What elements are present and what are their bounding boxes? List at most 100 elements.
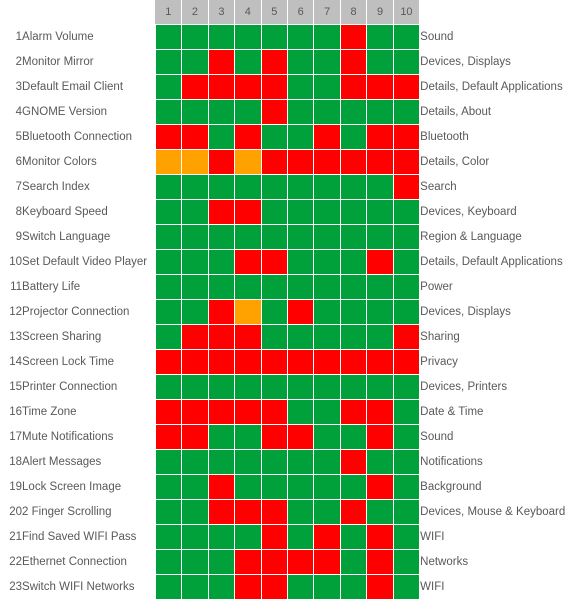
cell-pass[interactable] xyxy=(313,399,341,425)
cell-fail[interactable] xyxy=(260,74,288,100)
cell-pass[interactable] xyxy=(234,374,262,400)
cell-pass[interactable] xyxy=(207,449,236,475)
trial-header-7[interactable]: 7 xyxy=(313,0,341,25)
cell-fail[interactable] xyxy=(313,549,341,575)
cell-fail[interactable] xyxy=(260,149,288,175)
cell-pass[interactable] xyxy=(392,574,421,600)
cell-pass[interactable] xyxy=(286,74,315,100)
cell-pass[interactable] xyxy=(392,524,421,550)
cell-pass[interactable] xyxy=(181,274,209,300)
cell-fail[interactable] xyxy=(260,524,288,550)
cell-pass[interactable] xyxy=(260,374,288,400)
cell-fail[interactable] xyxy=(260,499,288,525)
cell-pass[interactable] xyxy=(207,124,236,150)
cell-pass[interactable] xyxy=(392,249,421,275)
cell-pass[interactable] xyxy=(260,24,288,50)
cell-pass[interactable] xyxy=(207,174,236,200)
cell-pass[interactable] xyxy=(234,99,262,125)
cell-pass[interactable] xyxy=(154,449,183,475)
trial-header-8[interactable]: 8 xyxy=(340,0,368,25)
cell-pass[interactable] xyxy=(392,424,421,450)
cell-pass[interactable] xyxy=(234,49,262,75)
cell-pass[interactable] xyxy=(313,474,341,500)
cell-pass[interactable] xyxy=(286,399,315,425)
cell-pass[interactable] xyxy=(339,199,368,225)
cell-fail[interactable] xyxy=(181,349,209,375)
cell-fail[interactable] xyxy=(392,124,421,150)
cell-pass[interactable] xyxy=(181,474,209,500)
cell-pass[interactable] xyxy=(181,99,209,125)
cell-pass[interactable] xyxy=(154,524,183,550)
cell-fail[interactable] xyxy=(392,74,421,100)
cell-pass[interactable] xyxy=(207,249,236,275)
cell-pass[interactable] xyxy=(286,374,315,400)
cell-fail[interactable] xyxy=(339,74,368,100)
cell-fail[interactable] xyxy=(154,399,183,425)
cell-fail[interactable] xyxy=(260,49,288,75)
cell-pass[interactable] xyxy=(339,574,368,600)
cell-pass[interactable] xyxy=(154,99,183,125)
cell-fail[interactable] xyxy=(392,349,421,375)
cell-pass[interactable] xyxy=(313,24,341,50)
trial-header-4[interactable]: 4 xyxy=(234,0,262,25)
cell-fail[interactable] xyxy=(154,124,183,150)
cell-pass[interactable] xyxy=(181,449,209,475)
cell-pass[interactable] xyxy=(260,224,288,250)
cell-fail[interactable] xyxy=(234,199,262,225)
cell-pass[interactable] xyxy=(313,199,341,225)
cell-pass[interactable] xyxy=(181,549,209,575)
cell-pass[interactable] xyxy=(286,249,315,275)
cell-pass[interactable] xyxy=(392,49,421,75)
cell-pass[interactable] xyxy=(181,199,209,225)
cell-pass[interactable] xyxy=(313,174,341,200)
cell-pass[interactable] xyxy=(181,24,209,50)
cell-pass[interactable] xyxy=(286,574,315,600)
cell-fail[interactable] xyxy=(339,449,368,475)
trial-header-3[interactable]: 3 xyxy=(208,0,236,25)
cell-pass[interactable] xyxy=(234,474,262,500)
cell-fail[interactable] xyxy=(207,299,236,325)
cell-fail[interactable] xyxy=(234,399,262,425)
cell-pass[interactable] xyxy=(154,24,183,50)
cell-fail[interactable] xyxy=(234,549,262,575)
cell-pass[interactable] xyxy=(207,24,236,50)
cell-fail[interactable] xyxy=(366,74,394,100)
cell-pass[interactable] xyxy=(339,299,368,325)
cell-pass[interactable] xyxy=(366,374,394,400)
cell-pass[interactable] xyxy=(286,99,315,125)
cell-fail[interactable] xyxy=(313,349,341,375)
cell-fail[interactable] xyxy=(181,74,209,100)
cell-pass[interactable] xyxy=(260,324,288,350)
cell-fail[interactable] xyxy=(366,124,394,150)
cell-fail[interactable] xyxy=(260,424,288,450)
cell-fail[interactable] xyxy=(366,549,394,575)
cell-fail[interactable] xyxy=(207,499,236,525)
cell-pass[interactable] xyxy=(207,574,236,600)
cell-fail[interactable] xyxy=(366,149,394,175)
cell-partial[interactable] xyxy=(154,149,183,175)
cell-fail[interactable] xyxy=(339,24,368,50)
cell-pass[interactable] xyxy=(392,399,421,425)
cell-fail[interactable] xyxy=(234,249,262,275)
cell-pass[interactable] xyxy=(207,99,236,125)
cell-pass[interactable] xyxy=(339,224,368,250)
cell-pass[interactable] xyxy=(366,324,394,350)
cell-pass[interactable] xyxy=(234,174,262,200)
cell-pass[interactable] xyxy=(286,499,315,525)
cell-pass[interactable] xyxy=(260,199,288,225)
cell-pass[interactable] xyxy=(313,274,341,300)
trial-header-2[interactable]: 2 xyxy=(181,0,209,25)
trial-header-10[interactable]: 10 xyxy=(393,0,421,25)
cell-pass[interactable] xyxy=(392,224,421,250)
cell-pass[interactable] xyxy=(260,449,288,475)
cell-pass[interactable] xyxy=(339,324,368,350)
cell-pass[interactable] xyxy=(154,74,183,100)
cell-pass[interactable] xyxy=(286,124,315,150)
cell-fail[interactable] xyxy=(207,474,236,500)
cell-fail[interactable] xyxy=(366,474,394,500)
cell-pass[interactable] xyxy=(207,549,236,575)
cell-fail[interactable] xyxy=(260,549,288,575)
cell-pass[interactable] xyxy=(154,224,183,250)
cell-pass[interactable] xyxy=(260,274,288,300)
cell-pass[interactable] xyxy=(181,574,209,600)
